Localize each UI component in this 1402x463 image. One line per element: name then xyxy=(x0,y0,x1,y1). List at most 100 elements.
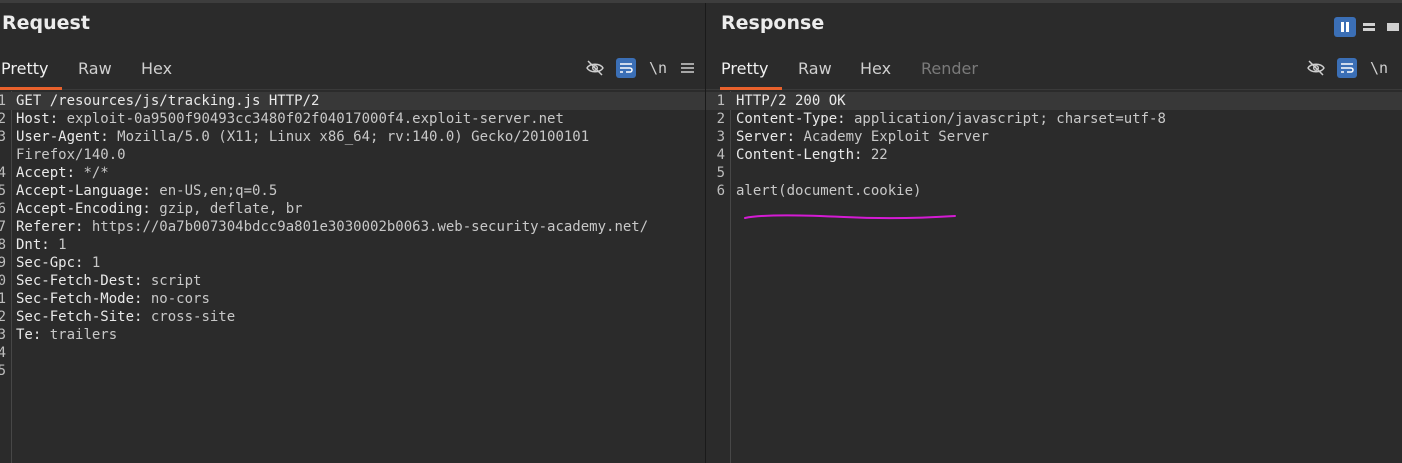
request-line: GET /resources/js/tracking.js HTTP/2 xyxy=(16,93,320,109)
header-name: Accept-Encoding: xyxy=(16,201,151,217)
header-value: en-US,en;q=0.5 xyxy=(150,183,278,199)
line-number: 14 xyxy=(0,345,6,361)
header-name: Sec-Fetch-Mode: xyxy=(16,291,143,307)
header-name: Sec-Fetch-Site: xyxy=(16,309,143,325)
wrap-icon[interactable] xyxy=(1337,58,1357,78)
tab-hex[interactable]: Hex xyxy=(141,59,172,78)
line-number: 4 xyxy=(716,147,725,163)
header-name: Dnt: xyxy=(16,237,50,253)
code-line[interactable]: 2 Host: exploit-0a9500f90493cc3480f02f040… xyxy=(0,110,705,128)
status-line: HTTP/2 200 OK xyxy=(736,93,846,109)
line-number: 2 xyxy=(0,111,6,127)
response-body: alert(document.cookie) xyxy=(736,183,922,199)
code-line[interactable]: 11 Sec-Fetch-Mode: no-cors xyxy=(0,290,705,308)
line-number: 13 xyxy=(0,327,6,343)
line-number: 1 xyxy=(716,93,725,109)
header-value: script xyxy=(142,273,202,289)
line-number: 15 xyxy=(0,363,6,379)
header-name: Content-Type: xyxy=(736,111,846,127)
header-name: Sec-Gpc: xyxy=(16,255,84,271)
line-number: 8 xyxy=(0,237,6,253)
header-value: no-cors xyxy=(142,291,210,307)
header-name: Host: xyxy=(16,111,59,127)
newline-toggle[interactable]: \n xyxy=(648,58,668,78)
header-name: Te: xyxy=(16,327,42,343)
tab-pretty[interactable]: Pretty xyxy=(0,59,64,90)
header-value: */* xyxy=(75,165,109,181)
header-name: User-Agent: xyxy=(16,129,109,145)
code-line[interactable]: 1 GET /resources/js/tracking.js HTTP/2 xyxy=(0,92,705,110)
line-number: 4 xyxy=(0,165,6,181)
code-line[interactable]: 5 xyxy=(706,164,1402,182)
request-title: Request xyxy=(2,12,90,34)
code-line[interactable]: 4 Accept: */* xyxy=(0,164,705,182)
header-name: Server: xyxy=(736,129,796,145)
line-number: 3 xyxy=(716,129,725,145)
header-value: Mozilla/5.0 (X11; Linux x86_64; rv:140.0… xyxy=(108,129,590,145)
split-vertical-icon[interactable] xyxy=(1334,17,1356,37)
code-line[interactable]: 8 Dnt: 1 xyxy=(0,236,705,254)
line-number: 12 xyxy=(0,309,6,325)
line-number: 9 xyxy=(0,255,6,271)
header-value: 1 xyxy=(83,255,101,271)
line-number: 6 xyxy=(0,201,6,217)
code-line[interactable]: 7 Referer: https://0a7b007304bdcc9a801e30… xyxy=(0,218,705,236)
code-line[interactable]: 4 Content-Length: 22 xyxy=(706,146,1402,164)
layout-toggle-group xyxy=(1334,17,1402,37)
eye-slash-icon[interactable] xyxy=(585,58,605,78)
newline-toggle[interactable]: \n xyxy=(1369,58,1389,78)
tab-hex[interactable]: Hex xyxy=(860,59,891,78)
code-line[interactable]: 15 xyxy=(0,362,705,380)
tab-raw[interactable]: Raw xyxy=(78,59,112,78)
code-line[interactable]: 6 alert(document.cookie) xyxy=(706,182,1402,200)
header-value: gzip, deflate, br xyxy=(150,201,303,217)
line-number: 5 xyxy=(0,183,6,199)
split-horizontal-icon[interactable] xyxy=(1358,17,1380,37)
header-value: trailers xyxy=(41,327,118,343)
line-number: 6 xyxy=(716,183,725,199)
tab-render[interactable]: Render xyxy=(921,59,978,78)
annotation-underline xyxy=(744,214,956,220)
response-tabbar: Pretty Raw Hex Render \n xyxy=(706,53,1402,90)
request-editor[interactable]: 1 GET /resources/js/tracking.js HTTP/2 2H… xyxy=(0,91,705,463)
header-name: Referer: xyxy=(16,219,84,235)
code-line[interactable]: 10 Sec-Fetch-Dest: script xyxy=(0,272,705,290)
code-line[interactable]: 12 Sec-Fetch-Site: cross-site xyxy=(0,308,705,326)
tab-pretty[interactable]: Pretty xyxy=(719,59,784,90)
eye-slash-icon[interactable] xyxy=(1306,58,1326,78)
code-line[interactable]: 5 Accept-Language: en-US,en;q=0.5 xyxy=(0,182,705,200)
hamburger-icon[interactable] xyxy=(677,58,697,78)
header-name: Content-Length: xyxy=(736,147,863,163)
tab-raw[interactable]: Raw xyxy=(798,59,832,78)
code-line[interactable]: 2 Content-Type: application/javascript; c… xyxy=(706,110,1402,128)
code-line[interactable]: 1 HTTP/2 200 OK xyxy=(706,92,1402,110)
line-number: 5 xyxy=(716,165,725,181)
header-value: exploit-0a9500f90493cc3480f02f04017000f4… xyxy=(58,111,564,127)
code-line[interactable]: 13 Te: trailers xyxy=(0,326,705,344)
response-editor[interactable]: 1 HTTP/2 200 OK 2 Content-Type: applicatio… xyxy=(706,91,1402,463)
request-tabbar: Pretty Raw Hex \n xyxy=(0,53,705,90)
line-number: 3 xyxy=(0,129,6,145)
wrap-icon[interactable] xyxy=(616,58,636,78)
single-pane-icon[interactable] xyxy=(1382,17,1402,37)
response-pane: Response Pretty Raw Hex Render \n 1 HTTP/… xyxy=(706,3,1402,463)
header-value: https://0a7b007304bdcc9a801e3030002b0063… xyxy=(83,219,649,235)
code-line[interactable]: 9 Sec-Gpc: 1 xyxy=(0,254,705,272)
header-value: cross-site xyxy=(142,309,236,325)
header-value: Academy Exploit Server xyxy=(795,129,989,145)
header-value: 22 xyxy=(862,147,888,163)
header-value: Firefox/140.0 xyxy=(16,147,126,163)
header-name: Sec-Fetch-Dest: xyxy=(16,273,143,289)
header-value: 1 xyxy=(49,237,67,253)
code-line[interactable]: Firefox/140.0 xyxy=(0,146,705,164)
line-number: 10 xyxy=(0,273,6,289)
code-line[interactable]: 14 xyxy=(0,344,705,362)
line-number: 11 xyxy=(0,291,6,307)
code-line[interactable]: 3 Server: Academy Exploit Server xyxy=(706,128,1402,146)
code-line[interactable]: 3 User-Agent: Mozilla/5.0 (X11; Linux x86… xyxy=(0,128,705,146)
code-line[interactable]: 6 Accept-Encoding: gzip, deflate, br xyxy=(0,200,705,218)
request-pane: Request Pretty Raw Hex \n 1 GET /resource… xyxy=(0,3,705,463)
header-value: application/javascript; charset=utf-8 xyxy=(845,111,1166,127)
header-name: Accept: xyxy=(16,165,76,181)
response-title: Response xyxy=(721,12,825,34)
